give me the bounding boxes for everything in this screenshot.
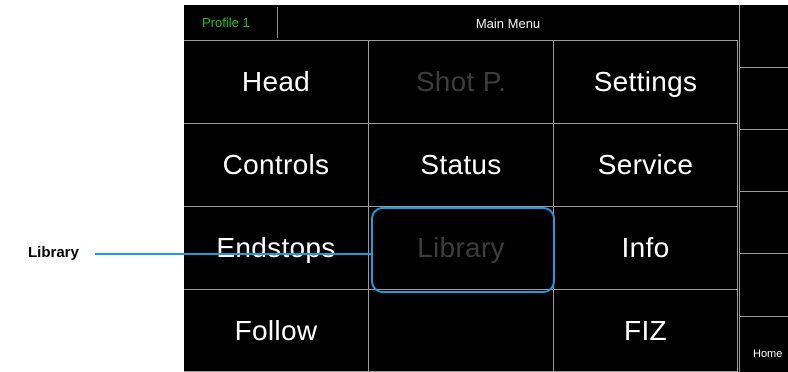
menu-button-controls[interactable]: Controls xyxy=(184,124,369,207)
menu-button-follow[interactable]: Follow xyxy=(184,290,369,372)
home-button-label: Home xyxy=(753,348,783,360)
menu-button-service[interactable]: Service xyxy=(554,124,738,207)
menu-button-endstops[interactable]: Endstops xyxy=(184,207,369,290)
menu-button-label: Status xyxy=(420,149,502,180)
side-button-column: Home xyxy=(739,5,788,372)
side-button-1[interactable] xyxy=(739,5,788,68)
menu-button-status[interactable]: Status xyxy=(369,124,554,207)
side-button-5[interactable] xyxy=(739,254,788,317)
menu-button-label: Info xyxy=(621,232,670,263)
menu-button-info[interactable]: Info xyxy=(554,207,738,290)
library-highlight-frame xyxy=(371,207,555,293)
menu-button-head[interactable]: Head xyxy=(184,41,369,124)
device-screen: Profile 1 Main Menu Head Shot P. Setting… xyxy=(184,5,788,372)
profile-label: Profile 1 xyxy=(202,15,250,30)
menu-button-label: Settings xyxy=(593,66,698,97)
side-button-4[interactable] xyxy=(739,192,788,254)
home-button[interactable]: Home xyxy=(739,317,788,372)
menu-button-label: Shot P. xyxy=(415,66,507,97)
menu-title-text: Main Menu xyxy=(475,15,541,31)
menu-button-label: Endstops xyxy=(216,232,336,263)
menu-button-settings[interactable]: Settings xyxy=(554,41,738,124)
menu-button-label: Head xyxy=(241,66,311,97)
menu-button-fiz[interactable]: FIZ xyxy=(554,290,738,372)
callout-leader-line xyxy=(95,253,373,255)
menu-title: Main Menu xyxy=(278,5,738,41)
menu-button-label: Service xyxy=(597,149,694,180)
top-bar: Profile 1 Main Menu xyxy=(184,5,738,41)
menu-button-empty[interactable] xyxy=(369,290,554,372)
menu-button-shot-p[interactable]: Shot P. xyxy=(369,41,554,124)
menu-button-label: FIZ xyxy=(624,314,667,346)
callout-label: Library xyxy=(28,244,79,261)
menu-button-label: Follow xyxy=(234,314,318,346)
menu-button-label: Controls xyxy=(222,149,330,180)
side-button-3[interactable] xyxy=(739,130,788,192)
side-button-2[interactable] xyxy=(739,68,788,130)
profile-button[interactable]: Profile 1 xyxy=(187,7,278,38)
